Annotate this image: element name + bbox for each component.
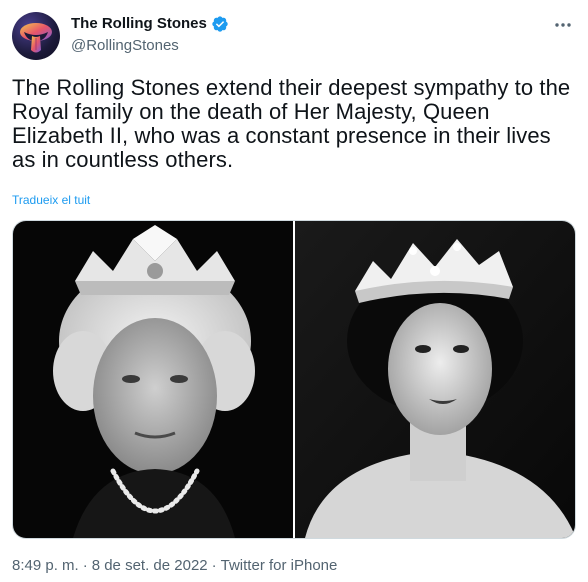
more-options-icon[interactable] <box>552 14 574 36</box>
portrait-image <box>295 221 575 538</box>
handle[interactable]: @RollingStones <box>71 36 229 56</box>
meta-separator-2: · <box>211 557 217 574</box>
translate-tweet-link[interactable]: Tradueix el tuit <box>12 192 90 208</box>
photo-1[interactable] <box>13 221 293 538</box>
tweet-date[interactable]: 8 de set. de 2022 <box>92 556 208 576</box>
author-info: The Rolling Stones @RollingStones <box>71 14 229 56</box>
avatar[interactable] <box>12 12 60 60</box>
media-grid <box>12 220 576 539</box>
rolling-stones-tongue-logo-icon <box>20 23 52 53</box>
portrait-image <box>13 221 293 538</box>
verified-badge-icon <box>211 15 229 33</box>
photo-2[interactable] <box>295 221 575 538</box>
tweet-card: The Rolling Stones @RollingStones The Ro… <box>0 0 588 582</box>
tweet-text: The Rolling Stones extend their deepest … <box>12 75 571 172</box>
display-name[interactable]: The Rolling Stones <box>71 14 207 34</box>
tweet-source[interactable]: Twitter for iPhone <box>221 556 338 576</box>
tweet-meta: 8:49 p. m. · 8 de set. de 2022 · Twitter… <box>12 556 337 576</box>
name-row: The Rolling Stones <box>71 14 229 34</box>
tweet-time[interactable]: 8:49 p. m. <box>12 556 79 576</box>
meta-separator: · <box>82 557 88 574</box>
